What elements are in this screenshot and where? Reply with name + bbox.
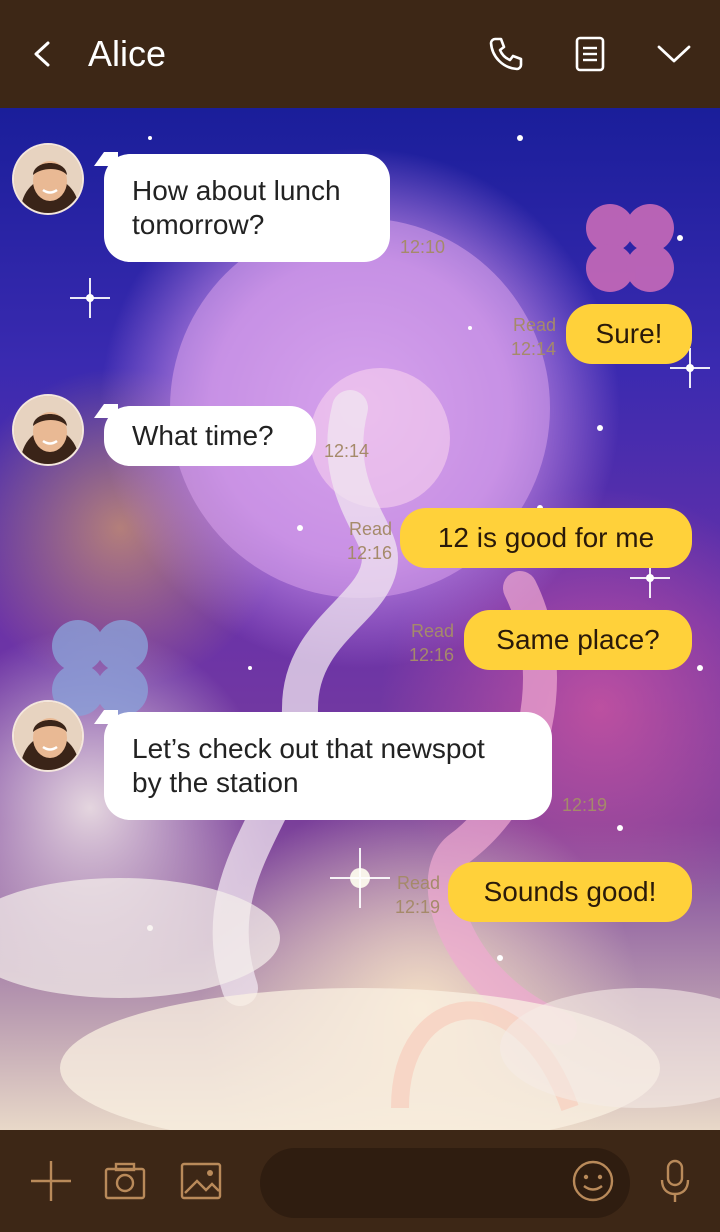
read-receipt: Read	[410, 621, 454, 641]
read-receipt: Read	[512, 315, 556, 335]
chevron-left-icon	[34, 41, 50, 67]
message-time: 12:16	[408, 645, 454, 665]
chat-title: Alice	[88, 33, 167, 74]
image-button[interactable]	[176, 1156, 226, 1206]
avatar[interactable]	[12, 700, 84, 772]
message-text: 12 is good for me	[437, 522, 655, 553]
message-bubble-outgoing[interactable]: 12 is good for me	[400, 508, 692, 568]
message-text-line: What time?	[132, 420, 274, 451]
message-bubble-outgoing[interactable]: Sure!	[566, 304, 692, 364]
smiley-icon	[572, 1160, 614, 1202]
chevron-down-icon	[657, 45, 691, 63]
notes-icon	[575, 36, 605, 72]
message-time: 12:10	[400, 237, 446, 257]
avatar[interactable]	[12, 394, 84, 466]
image-icon	[180, 1162, 222, 1200]
emoji-button[interactable]	[568, 1156, 618, 1206]
message-time: 12:16	[346, 543, 392, 563]
chat-header: Alice	[0, 0, 720, 108]
message-text-line: tomorrow?	[132, 209, 265, 240]
camera-icon	[104, 1162, 146, 1200]
message-text-line: by the station	[132, 767, 299, 798]
message-text: Sounds good!	[483, 876, 657, 907]
message-time: 12:19	[394, 897, 440, 917]
message-text: Sure!	[595, 318, 663, 349]
read-receipt: Read	[396, 873, 440, 893]
notes-button[interactable]	[566, 30, 614, 78]
message-time: 12:14	[324, 441, 370, 461]
message-bubble-outgoing[interactable]: Sounds good!	[448, 862, 692, 922]
avatar[interactable]	[12, 143, 84, 215]
message-text-line: Let’s check out that newspot	[132, 733, 485, 764]
message-bubble-incoming[interactable]: Let’s check out that newspot by the stat…	[104, 712, 552, 820]
plus-icon	[31, 1161, 71, 1201]
more-button[interactable]	[650, 30, 698, 78]
microphone-button[interactable]	[650, 1156, 700, 1206]
phone-icon	[489, 37, 523, 71]
back-button[interactable]	[22, 30, 62, 78]
chat-input-bar	[0, 1130, 720, 1232]
message-time: 12:14	[510, 339, 556, 359]
read-receipt: Read	[348, 519, 392, 539]
message-text-line: How about lunch	[132, 175, 341, 206]
camera-button[interactable]	[100, 1156, 150, 1206]
message-bubble-incoming[interactable]: How about lunch tomorrow?	[104, 154, 390, 262]
message-input[interactable]	[280, 1148, 560, 1218]
plus-button[interactable]	[26, 1156, 76, 1206]
message-text: Same place?	[496, 624, 660, 655]
message-time: 12:19	[562, 795, 608, 815]
call-button[interactable]	[482, 30, 530, 78]
message-bubble-outgoing[interactable]: Same place?	[464, 610, 692, 670]
microphone-icon	[660, 1159, 690, 1202]
message-bubble-incoming[interactable]: What time?	[104, 406, 316, 466]
